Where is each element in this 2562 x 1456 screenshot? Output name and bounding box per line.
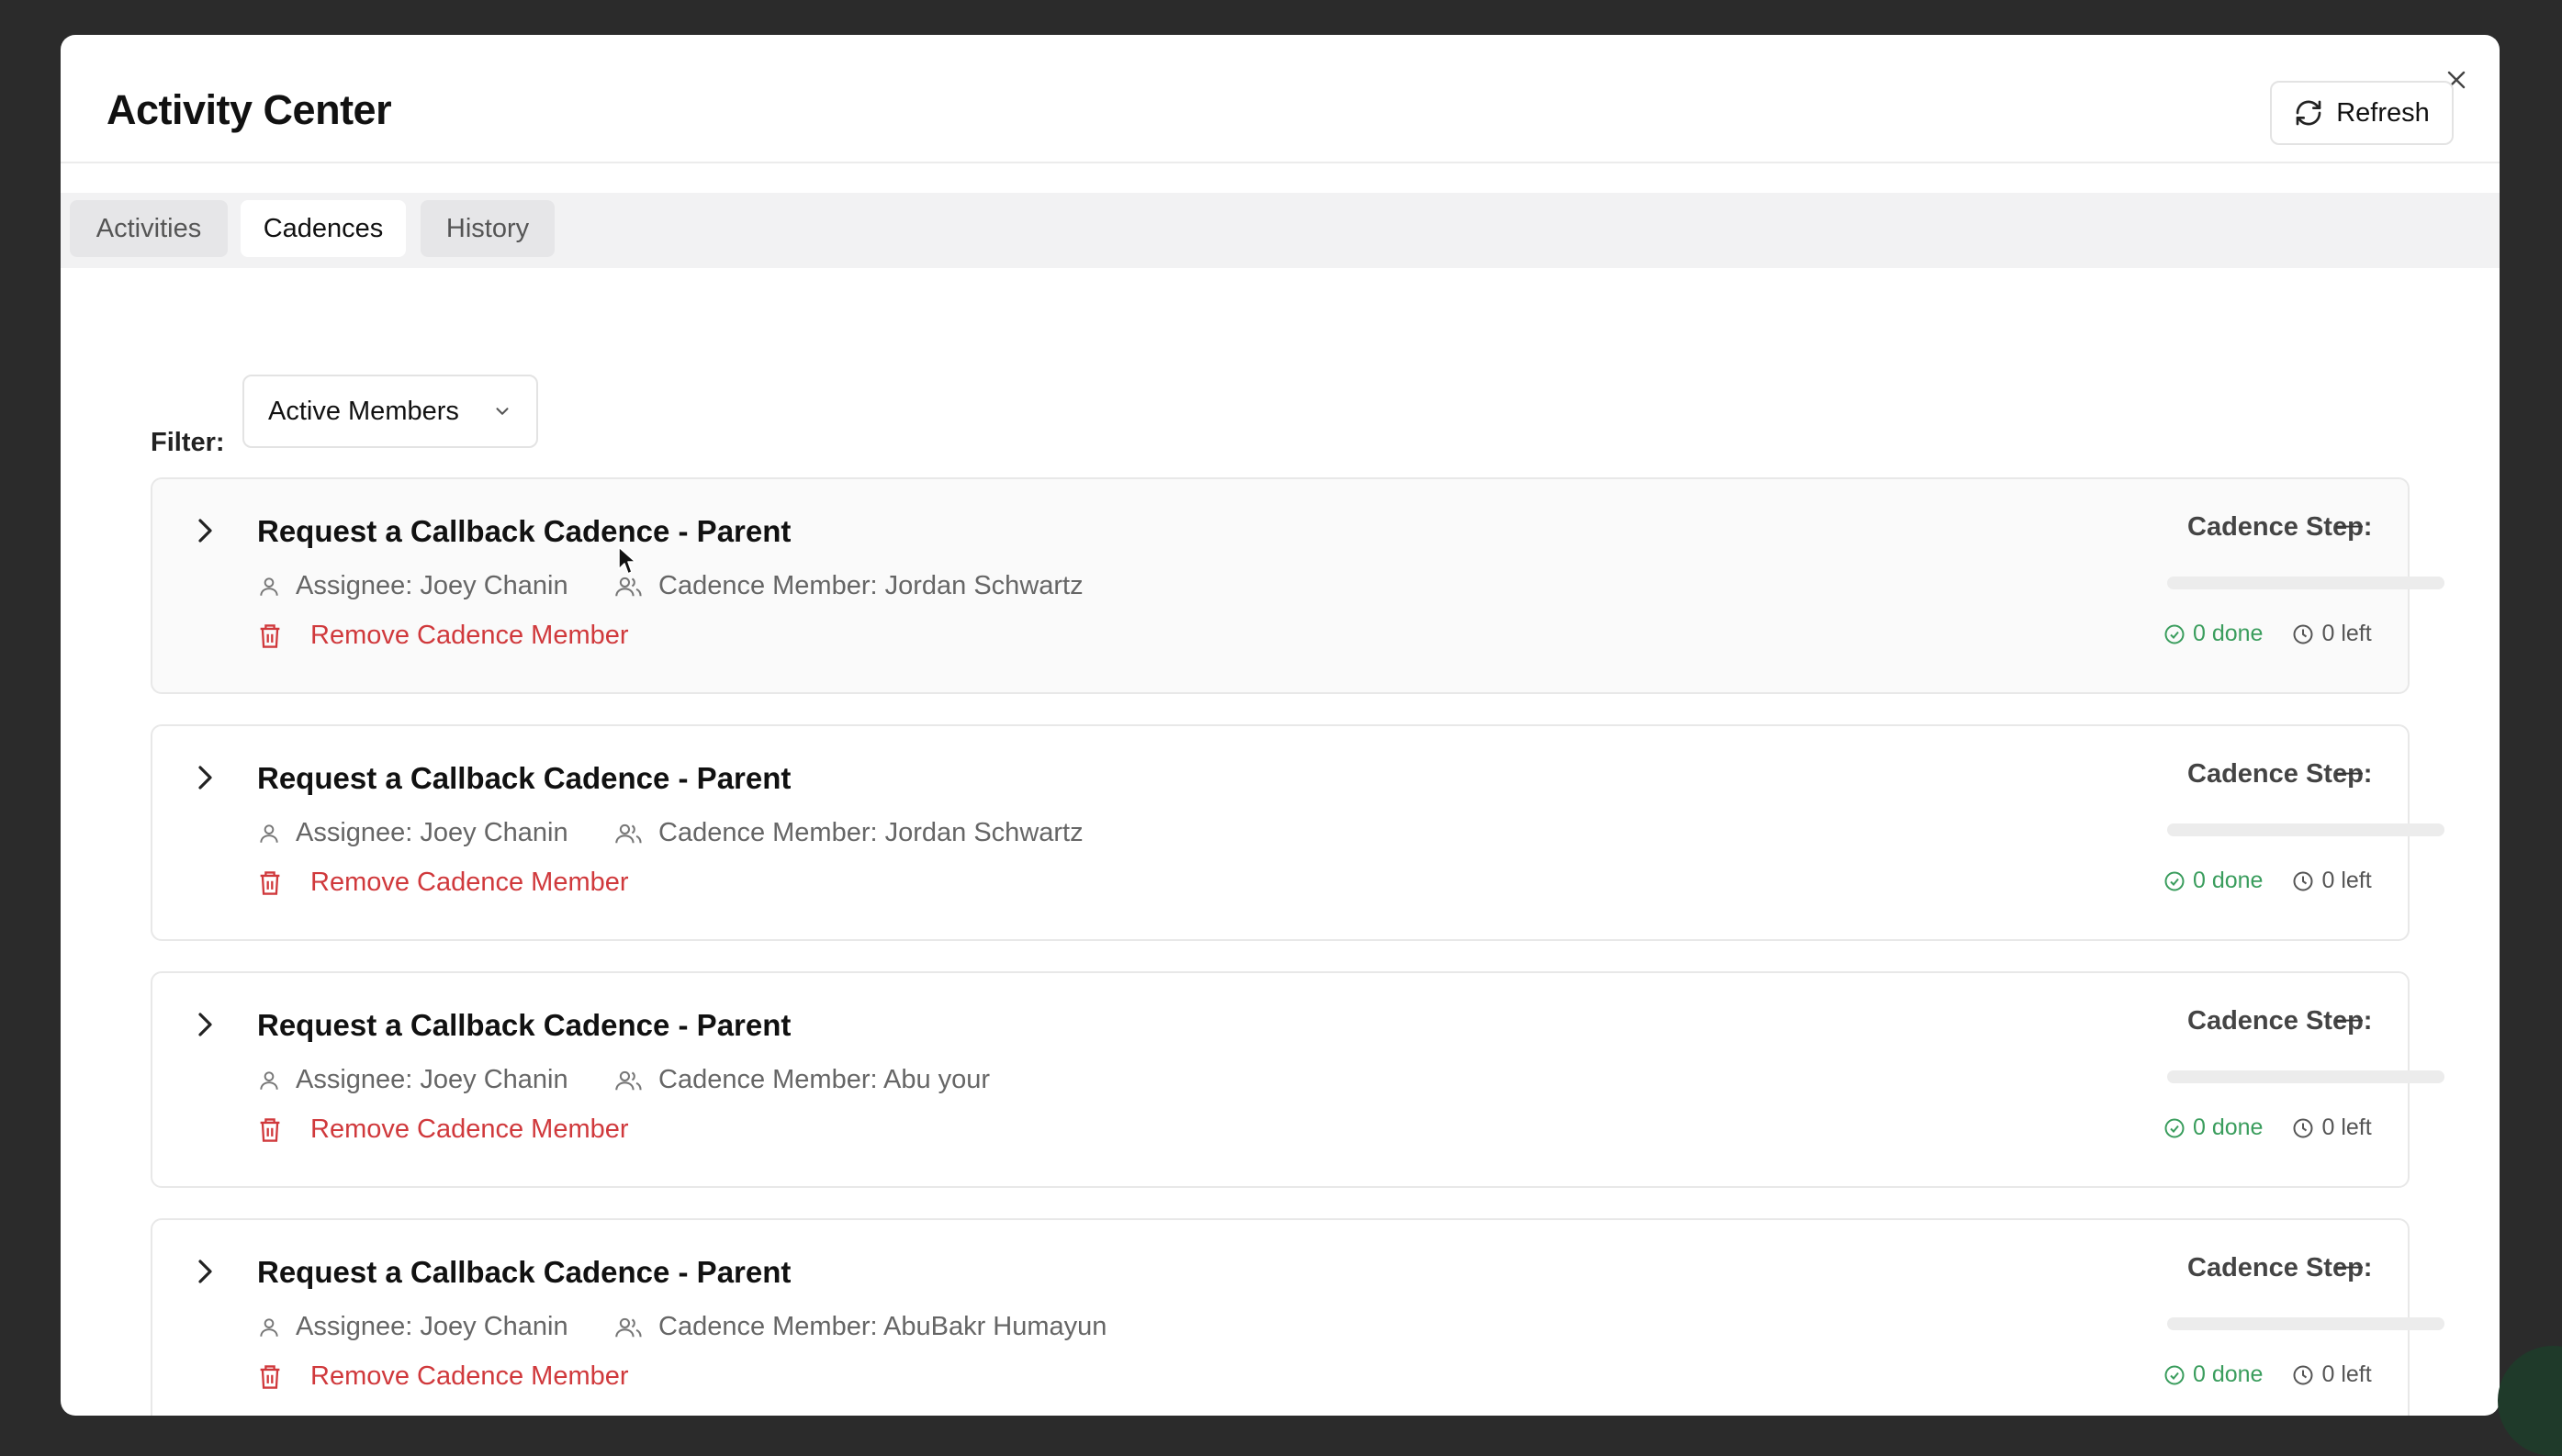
refresh-button[interactable]: Refresh bbox=[2270, 81, 2454, 145]
assignee-text: Assignee: Joey Chanin bbox=[296, 571, 568, 600]
chevron-down-icon bbox=[496, 408, 509, 415]
step-stats: 0 done 0 left bbox=[2163, 1361, 2372, 1388]
users-icon bbox=[615, 1070, 642, 1090]
expand-button[interactable] bbox=[191, 512, 219, 549]
done-count: 0 done bbox=[2163, 1361, 2263, 1388]
clock-icon bbox=[2293, 1365, 2313, 1384]
tab-bar: Activities Cadences History bbox=[61, 193, 2500, 268]
cadence-step-value: — bbox=[2336, 1251, 2363, 1281]
chevron-right-icon bbox=[198, 1013, 212, 1036]
cadence-step-value: — bbox=[2336, 1004, 2363, 1034]
member-text: Cadence Member: AbuBakr Humayun bbox=[658, 1312, 1107, 1341]
assignee-text: Assignee: Joey Chanin bbox=[296, 1065, 568, 1094]
trash-icon bbox=[260, 1364, 280, 1389]
clock-icon bbox=[2293, 1118, 2313, 1137]
remove-member-button[interactable]: Remove Cadence Member bbox=[257, 1114, 629, 1145]
done-count: 0 done bbox=[2163, 1114, 2263, 1141]
remove-label: Remove Cadence Member bbox=[310, 868, 629, 897]
users-icon bbox=[615, 577, 642, 596]
remove-label: Remove Cadence Member bbox=[310, 1114, 629, 1144]
clock-icon bbox=[2293, 871, 2313, 890]
expand-button[interactable] bbox=[191, 1253, 219, 1290]
cadence-member: Cadence Member: Jordan Schwartz bbox=[614, 818, 1084, 848]
remove-label: Remove Cadence Member bbox=[310, 1361, 629, 1391]
cadence-card: Request a Callback Cadence - Parent Assi… bbox=[151, 724, 2444, 941]
remove-label: Remove Cadence Member bbox=[310, 621, 629, 650]
check-circle-icon bbox=[2164, 871, 2185, 890]
header-divider bbox=[61, 162, 2500, 163]
user-icon bbox=[260, 1317, 278, 1337]
cadence-card: Request a Callback Cadence - Parent Assi… bbox=[151, 477, 2444, 694]
users-icon bbox=[615, 1317, 642, 1337]
remove-member-button[interactable]: Remove Cadence Member bbox=[257, 621, 629, 651]
step-progress-bar bbox=[2167, 823, 2444, 836]
mouse-cursor-icon bbox=[618, 546, 636, 575]
assignee: Assignee: Joey Chanin bbox=[257, 1065, 568, 1095]
cadence-title: Request a Callback Cadence - Parent bbox=[257, 514, 792, 548]
page-title: Activity Center bbox=[107, 86, 392, 133]
expand-button[interactable] bbox=[191, 1006, 219, 1043]
left-count: 0 left bbox=[2292, 1114, 2372, 1141]
cadence-member: Cadence Member: AbuBakr Humayun bbox=[614, 1312, 1107, 1342]
filter-value: Active Members bbox=[268, 396, 459, 426]
refresh-label: Refresh bbox=[2336, 97, 2430, 128]
filter-select[interactable]: Active Members bbox=[242, 375, 538, 448]
assignee: Assignee: Joey Chanin bbox=[257, 1312, 568, 1342]
check-circle-icon bbox=[2164, 624, 2185, 644]
member-text: Cadence Member: Abu your bbox=[658, 1065, 991, 1094]
chevron-right-icon bbox=[198, 1260, 212, 1283]
assignee: Assignee: Joey Chanin bbox=[257, 818, 568, 848]
done-count: 0 done bbox=[2163, 621, 2263, 647]
tab-cadences[interactable]: Cadences bbox=[241, 200, 406, 257]
refresh-icon bbox=[2296, 100, 2321, 126]
member-text: Cadence Member: Jordan Schwartz bbox=[658, 818, 1084, 847]
step-stats: 0 done 0 left bbox=[2163, 621, 2372, 647]
cadence-member: Cadence Member: Abu your bbox=[614, 1065, 990, 1095]
member-text: Cadence Member: Jordan Schwartz bbox=[658, 571, 1084, 600]
tab-history[interactable]: History bbox=[421, 200, 555, 257]
step-stats: 0 done 0 left bbox=[2163, 868, 2372, 894]
remove-member-button[interactable]: Remove Cadence Member bbox=[257, 868, 629, 898]
cadence-title: Request a Callback Cadence - Parent bbox=[257, 1008, 792, 1042]
left-count: 0 left bbox=[2292, 868, 2372, 894]
cadence-member: Cadence Member: Jordan Schwartz bbox=[614, 571, 1084, 601]
cadence-step-value: — bbox=[2336, 510, 2363, 540]
assignee-text: Assignee: Joey Chanin bbox=[296, 818, 568, 847]
trash-icon bbox=[260, 1117, 280, 1142]
user-icon bbox=[260, 1070, 278, 1090]
chevron-right-icon bbox=[198, 766, 212, 790]
cadence-step-value: — bbox=[2336, 757, 2363, 787]
users-icon bbox=[615, 823, 642, 843]
trash-icon bbox=[260, 623, 280, 648]
filter-label: Filter: bbox=[151, 428, 225, 457]
step-progress-bar bbox=[2167, 1317, 2444, 1330]
assignee: Assignee: Joey Chanin bbox=[257, 571, 568, 601]
step-stats: 0 done 0 left bbox=[2163, 1114, 2372, 1141]
cadence-title: Request a Callback Cadence - Parent bbox=[257, 761, 792, 795]
left-count: 0 left bbox=[2292, 621, 2372, 647]
user-icon bbox=[260, 823, 278, 843]
cadence-title: Request a Callback Cadence - Parent bbox=[257, 1255, 792, 1289]
expand-button[interactable] bbox=[191, 759, 219, 796]
tab-activities[interactable]: Activities bbox=[70, 200, 228, 257]
activity-center-modal: Activity Center Refresh Activities Caden… bbox=[61, 35, 2500, 1416]
trash-icon bbox=[260, 870, 280, 895]
step-progress-bar bbox=[2167, 577, 2444, 589]
clock-icon bbox=[2293, 624, 2313, 644]
remove-member-button[interactable]: Remove Cadence Member bbox=[257, 1361, 629, 1392]
check-circle-icon bbox=[2164, 1118, 2185, 1137]
check-circle-icon bbox=[2164, 1365, 2185, 1384]
assignee-text: Assignee: Joey Chanin bbox=[296, 1312, 568, 1341]
step-progress-bar bbox=[2167, 1070, 2444, 1083]
left-count: 0 left bbox=[2292, 1361, 2372, 1388]
cadence-card: Request a Callback Cadence - Parent Assi… bbox=[151, 1218, 2444, 1416]
user-icon bbox=[260, 577, 278, 596]
chevron-right-icon bbox=[198, 519, 212, 543]
cadence-card: Request a Callback Cadence - Parent Assi… bbox=[151, 971, 2444, 1188]
floating-action-button[interactable] bbox=[2498, 1346, 2562, 1456]
done-count: 0 done bbox=[2163, 868, 2263, 894]
